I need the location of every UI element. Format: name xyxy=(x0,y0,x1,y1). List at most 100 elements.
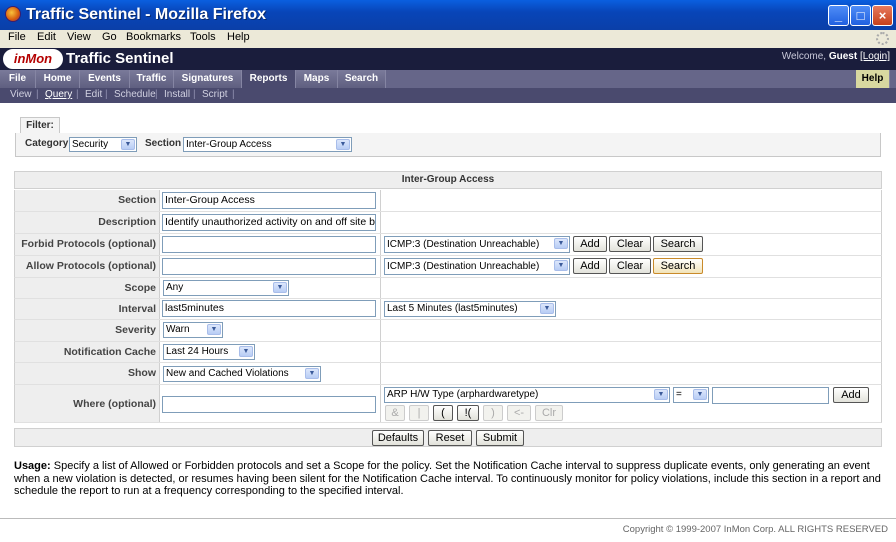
tab-reports[interactable]: Reports xyxy=(242,70,296,88)
tab-home[interactable]: Home xyxy=(36,70,80,88)
close-button[interactable]: × xyxy=(872,5,893,26)
reset-button[interactable]: Reset xyxy=(428,430,472,446)
allow-search-button[interactable]: Search xyxy=(653,258,703,274)
tab-maps[interactable]: Maps xyxy=(296,70,338,88)
subtab-script[interactable]: Script xyxy=(202,89,228,100)
app-header: inMon Traffic Sentinel Welcome, Guest [L… xyxy=(0,48,896,70)
filter-box: Category Security ▼ Section Inter-Group A… xyxy=(15,133,881,157)
tab-file[interactable]: File xyxy=(0,70,36,88)
login-link[interactable]: [Login] xyxy=(860,51,890,62)
where-clear-button[interactable]: Clr xyxy=(535,405,563,421)
menu-bookmarks[interactable]: Bookmarks xyxy=(126,31,181,43)
notification-cache-select[interactable]: Last 24 Hours ▼ xyxy=(163,344,255,360)
allow-select-value: ICMP:3 (Destination Unreachable) xyxy=(387,261,540,272)
filter-label: Filter: xyxy=(20,117,60,133)
welcome-prefix: Welcome, xyxy=(781,51,827,62)
severity-select[interactable]: Warn ▼ xyxy=(163,322,223,338)
where-back-button[interactable]: <- xyxy=(507,405,531,421)
chevron-down-icon: ▼ xyxy=(693,389,707,400)
chevron-down-icon: ▼ xyxy=(305,368,319,379)
where-close-paren-button[interactable]: ) xyxy=(483,405,503,421)
subtab-view[interactable]: View xyxy=(10,89,32,100)
row-scope: Scope Any ▼ xyxy=(14,278,882,299)
where-not-paren-button[interactable]: !( xyxy=(457,405,479,421)
user-name: Guest xyxy=(828,51,858,62)
forbid-add-button[interactable]: Add xyxy=(573,236,607,252)
row-notification-cache: Notification Cache Last 24 Hours ▼ xyxy=(14,342,882,363)
show-select[interactable]: New and Cached Violations ▼ xyxy=(163,366,321,382)
maximize-button[interactable]: □ xyxy=(850,5,871,26)
category-select[interactable]: Security ▼ xyxy=(69,137,137,152)
submit-button[interactable]: Submit xyxy=(476,430,524,446)
where-add-button[interactable]: Add xyxy=(833,387,869,403)
menu-edit[interactable]: Edit xyxy=(37,31,56,43)
help-button[interactable]: Help xyxy=(856,70,890,88)
section-filter-label: Section xyxy=(145,138,182,149)
tab-search[interactable]: Search xyxy=(338,70,386,88)
tab-signatures[interactable]: Signatures xyxy=(174,70,242,88)
chevron-down-icon: ▼ xyxy=(336,139,350,150)
where-operator-select[interactable]: = ▼ xyxy=(673,387,709,403)
forbid-select-value: ICMP:3 (Destination Unreachable) xyxy=(387,239,540,250)
chevron-down-icon: ▼ xyxy=(540,303,554,314)
menu-go[interactable]: Go xyxy=(102,31,117,43)
where-and-button[interactable]: & xyxy=(385,405,405,421)
chevron-down-icon: ▼ xyxy=(654,389,668,400)
menu-bar: File Edit View Go Bookmarks Tools Help xyxy=(0,30,896,48)
row-forbid: Forbid Protocols (optional) ICMP:3 (Dest… xyxy=(14,234,882,256)
forbid-protocol-select[interactable]: ICMP:3 (Destination Unreachable) ▼ xyxy=(384,236,570,253)
where-label: Where (optional) xyxy=(15,385,160,422)
where-or-button[interactable]: | xyxy=(409,405,429,421)
forbid-search-button[interactable]: Search xyxy=(653,236,703,252)
menu-view[interactable]: View xyxy=(67,31,91,43)
forbid-clear-button[interactable]: Clear xyxy=(609,236,651,252)
allow-protocol-select[interactable]: ICMP:3 (Destination Unreachable) ▼ xyxy=(384,258,570,275)
where-field-value: ARP H/W Type (arphardwaretype) xyxy=(387,389,539,400)
where-open-paren-button[interactable]: ( xyxy=(433,405,453,421)
sub-tabs: View | Query | Edit | Schedule | Install… xyxy=(0,88,896,103)
window-titlebar: Traffic Sentinel - Mozilla Firefox _ □ × xyxy=(0,0,896,30)
description-label: Description xyxy=(15,212,160,233)
allow-label: Allow Protocols (optional) xyxy=(15,256,160,277)
row-description: Description Identify unauthorized activi… xyxy=(14,212,882,234)
subtab-install[interactable]: Install xyxy=(164,89,190,100)
allow-input[interactable] xyxy=(162,258,376,275)
scope-select[interactable]: Any ▼ xyxy=(163,280,289,296)
defaults-button[interactable]: Defaults xyxy=(372,430,424,446)
menu-tools[interactable]: Tools xyxy=(190,31,216,43)
menu-file[interactable]: File xyxy=(8,31,26,43)
section-label: Section xyxy=(15,190,160,211)
section-select[interactable]: Inter-Group Access ▼ xyxy=(183,137,352,152)
chevron-down-icon: ▼ xyxy=(239,346,253,357)
interval-select-value: Last 5 Minutes (last5minutes) xyxy=(387,303,518,314)
chevron-down-icon: ▼ xyxy=(273,282,287,293)
row-section: Section Inter-Group Access xyxy=(14,190,882,212)
chevron-down-icon: ▼ xyxy=(554,260,568,271)
subtab-query[interactable]: Query xyxy=(45,89,72,100)
where-input[interactable] xyxy=(162,396,376,413)
form-actions: Defaults Reset Submit xyxy=(14,428,882,447)
subtab-schedule[interactable]: Schedule xyxy=(114,89,156,100)
allow-add-button[interactable]: Add xyxy=(573,258,607,274)
subtab-edit[interactable]: Edit xyxy=(85,89,102,100)
chevron-down-icon: ▼ xyxy=(121,139,135,150)
severity-value: Warn xyxy=(166,324,190,335)
description-input[interactable]: Identify unauthorized activity on and of… xyxy=(162,214,376,231)
where-value-input[interactable] xyxy=(712,387,829,404)
scope-value: Any xyxy=(166,282,184,293)
menu-help[interactable]: Help xyxy=(227,31,250,43)
forbid-input[interactable] xyxy=(162,236,376,253)
where-operator-value: = xyxy=(676,389,682,400)
app-title: Traffic Sentinel xyxy=(66,50,174,67)
scope-label: Scope xyxy=(15,278,160,298)
allow-clear-button[interactable]: Clear xyxy=(609,258,651,274)
where-field-select[interactable]: ARP H/W Type (arphardwaretype) ▼ xyxy=(384,387,670,403)
interval-input[interactable]: last5minutes xyxy=(162,300,376,317)
forbid-label: Forbid Protocols (optional) xyxy=(15,234,160,255)
tab-traffic[interactable]: Traffic xyxy=(130,70,174,88)
usage-body: Specify a list of Allowed or Forbidden p… xyxy=(14,460,881,497)
minimize-button[interactable]: _ xyxy=(828,5,849,26)
tab-events[interactable]: Events xyxy=(80,70,130,88)
section-input[interactable]: Inter-Group Access xyxy=(162,192,376,209)
interval-select[interactable]: Last 5 Minutes (last5minutes) ▼ xyxy=(384,301,556,317)
